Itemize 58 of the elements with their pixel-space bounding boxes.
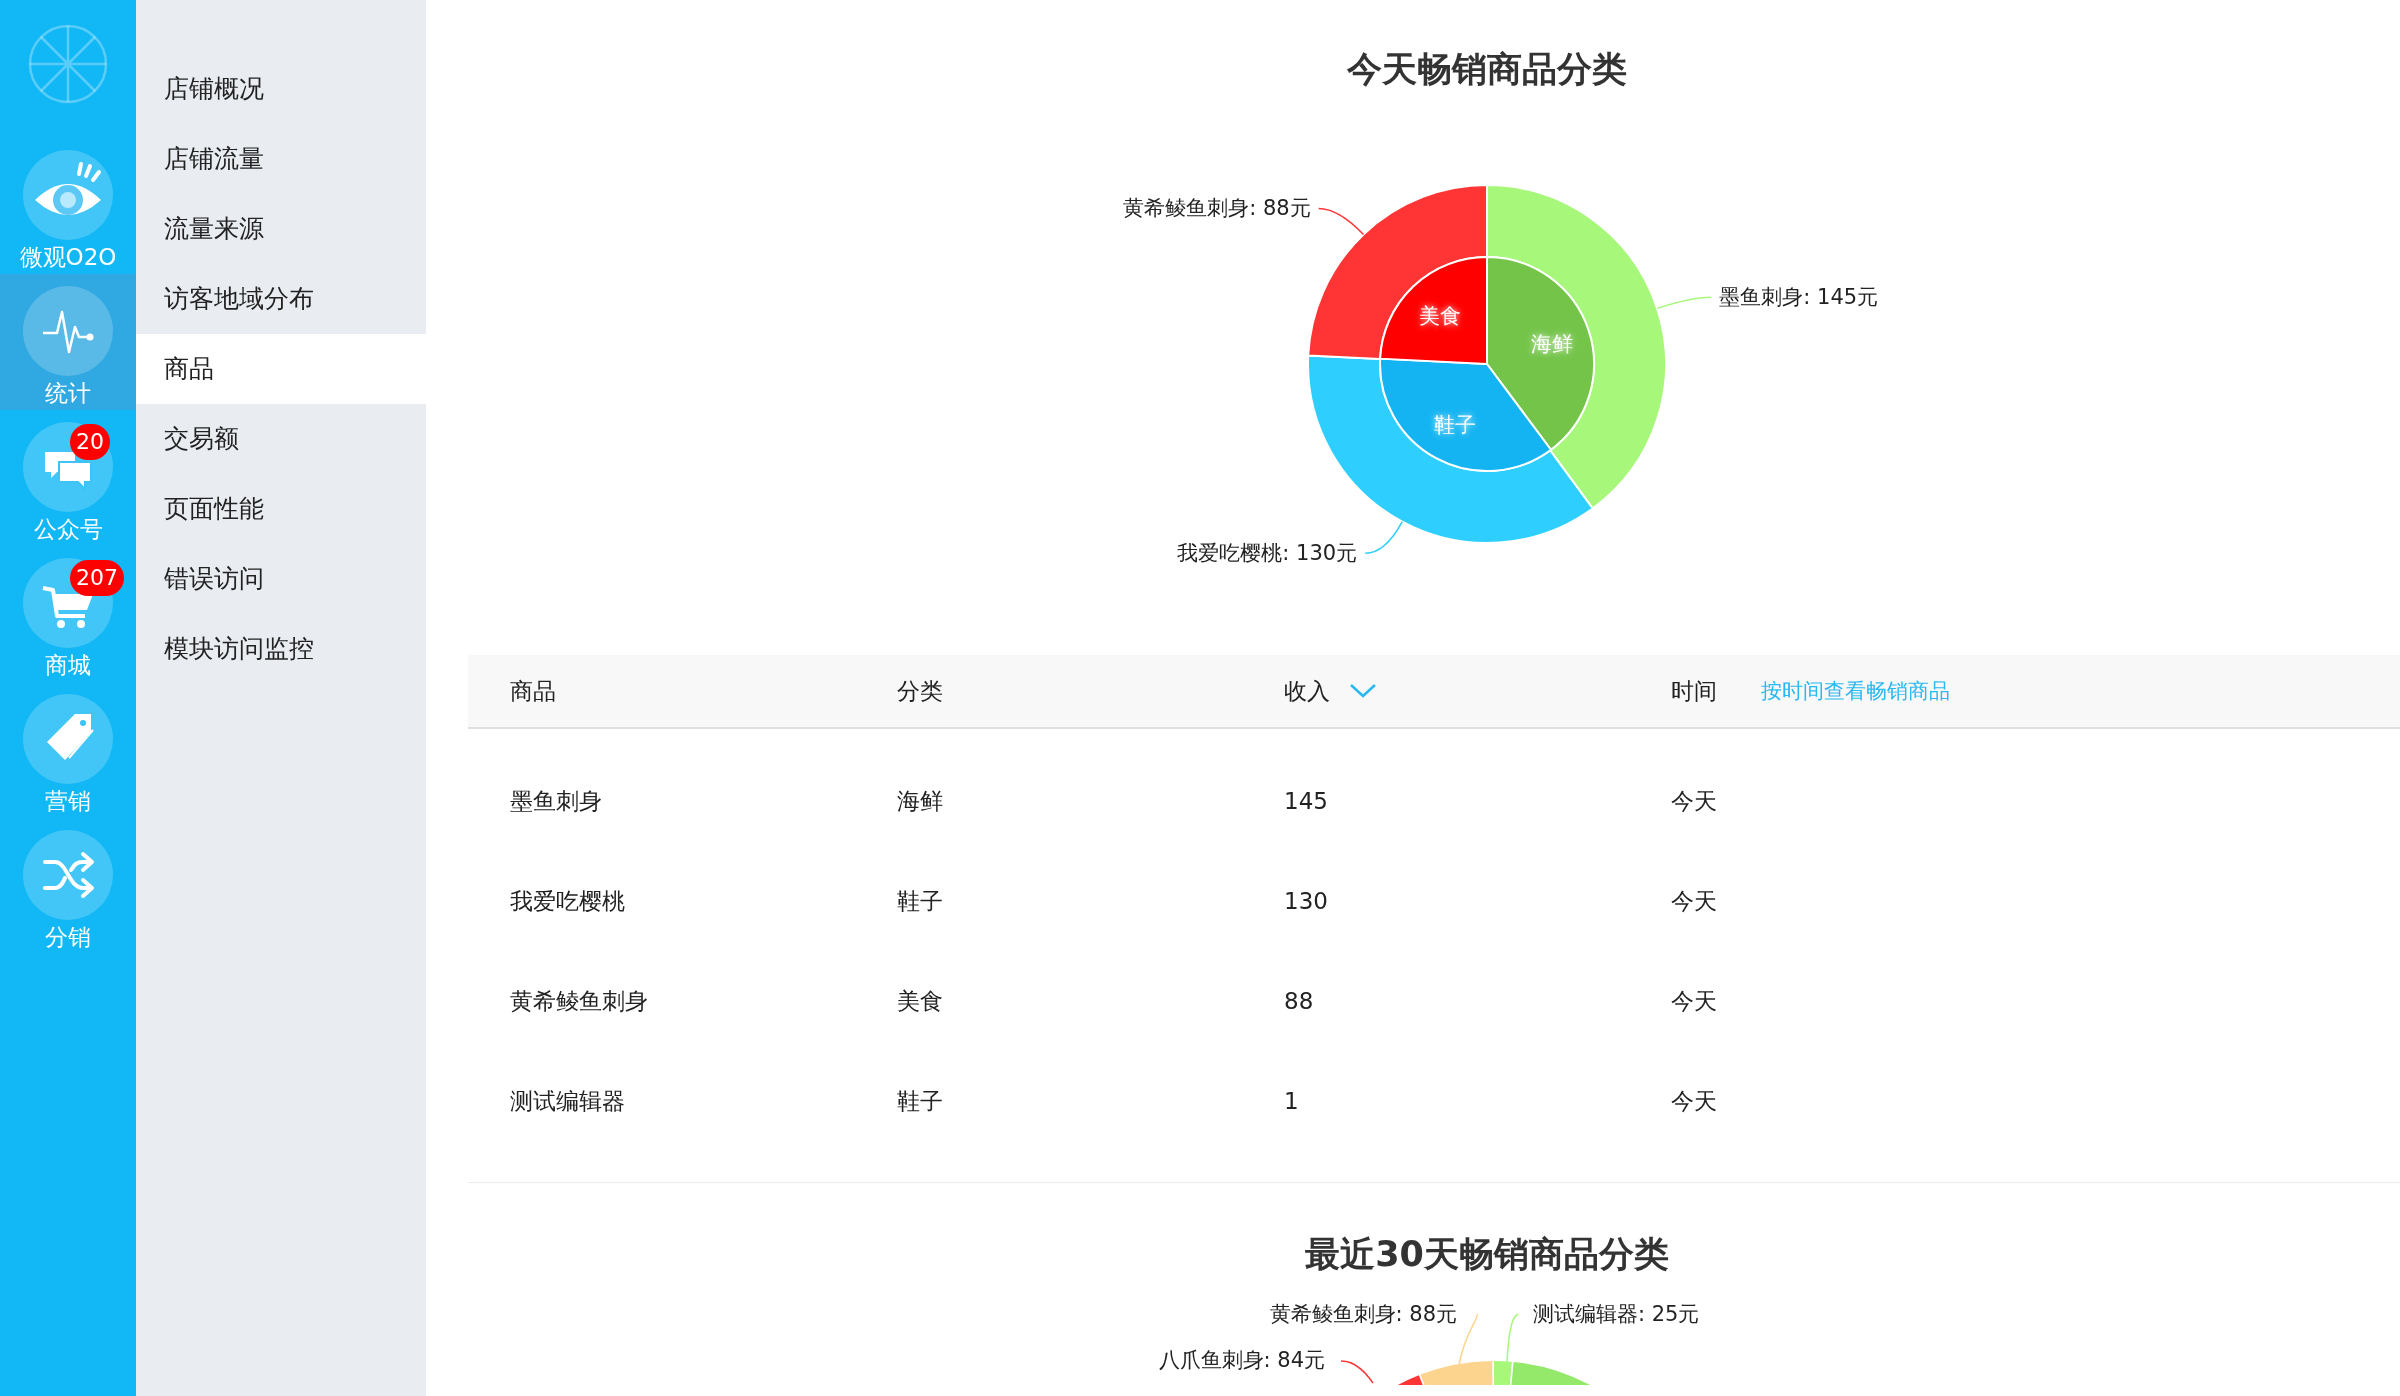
table-cell-text: 美食 [897,986,943,1016]
table-cell: 88 [1284,988,1314,1014]
rail-label: 营销 [45,787,91,816]
slice-label: 八爪鱼刺身: 84元 [1158,1348,1325,1372]
menu-item[interactable]: 店铺概况 [136,54,426,124]
rail-label: 微观O2O [19,243,117,272]
rail-label: 公众号 [33,515,103,544]
menu-item[interactable]: 错误访问 [136,544,426,614]
eye-icon [23,150,113,240]
table-cell-text: 测试编辑器 [510,1086,625,1116]
column-header[interactable]: 分类 [897,675,943,707]
slice-label: 测试编辑器: 25元 [1533,1302,1700,1326]
leader-line [1364,520,1403,555]
menu-item[interactable]: 商品 [136,334,426,404]
menu-item[interactable]: 模块访问监控 [136,614,426,684]
table-cell-text: 今天 [1671,786,1717,816]
menu-item[interactable]: 页面性能 [136,474,426,544]
menu-item[interactable]: 流量来源 [136,194,426,264]
table-cell-text: 墨鱼刺身 [510,786,602,816]
leader-line [1317,207,1365,236]
rail-label: 统计 [45,379,91,408]
table-cell-text: 今天 [1671,886,1717,916]
table-cell-text: 海鲜 [897,786,943,816]
slice-label: 美食 [1419,303,1462,328]
shuffle-icon [23,830,113,920]
leader-line [1656,296,1713,310]
table-cell-text: 鞋子 [897,886,943,916]
rail-item[interactable]: 商城 207 [0,546,136,682]
table-cell-text: 今天 [1671,986,1717,1016]
rail-label: 商城 [45,651,91,680]
table-cell: 130 [1284,888,1328,914]
slice-label: 黄希鲮鱼刺身: 88元 [1123,196,1311,221]
table-cell-text: 我爱吃樱桃 [510,886,625,916]
column-header[interactable]: 收入 [1284,675,1378,707]
notification-count: 207 [70,560,124,596]
menu-item[interactable]: 店铺流量 [136,124,426,194]
notification-count: 20 [70,424,110,460]
table-cell-text: 今天 [1671,1086,1717,1116]
menu-item[interactable]: 交易额 [136,404,426,474]
column-header[interactable]: 商品 [510,675,556,707]
slice-label: 鞋子 [1434,413,1476,437]
chart-title: 今天畅销商品分类 [1346,48,1628,91]
rail-item[interactable]: 公众号 20 [0,410,136,546]
wheel-logo-icon [27,23,109,105]
rail-label: 分销 [45,923,91,952]
slice-label: 墨鱼刺身: 145元 [1719,285,1879,310]
column-header[interactable]: 时间 [1671,675,1717,707]
chart-title: 最近30天畅销商品分类 [1304,1233,1670,1276]
table-cell-text: 鞋子 [897,1086,943,1116]
table-cell: 1 [1284,1088,1299,1114]
tag-icon [23,694,113,784]
table-cell-text: 黄希鲮鱼刺身 [510,986,648,1016]
pulse-icon [23,286,113,376]
table-cell: 145 [1284,788,1328,814]
menu-item[interactable]: 访客地域分布 [136,264,426,334]
slice-label: 海鲜 [1530,331,1573,356]
slice-label: 黄希鲮鱼刺身: 88元 [1269,1302,1457,1326]
slice-label: 我爱吃樱桃: 130元 [1177,541,1358,566]
